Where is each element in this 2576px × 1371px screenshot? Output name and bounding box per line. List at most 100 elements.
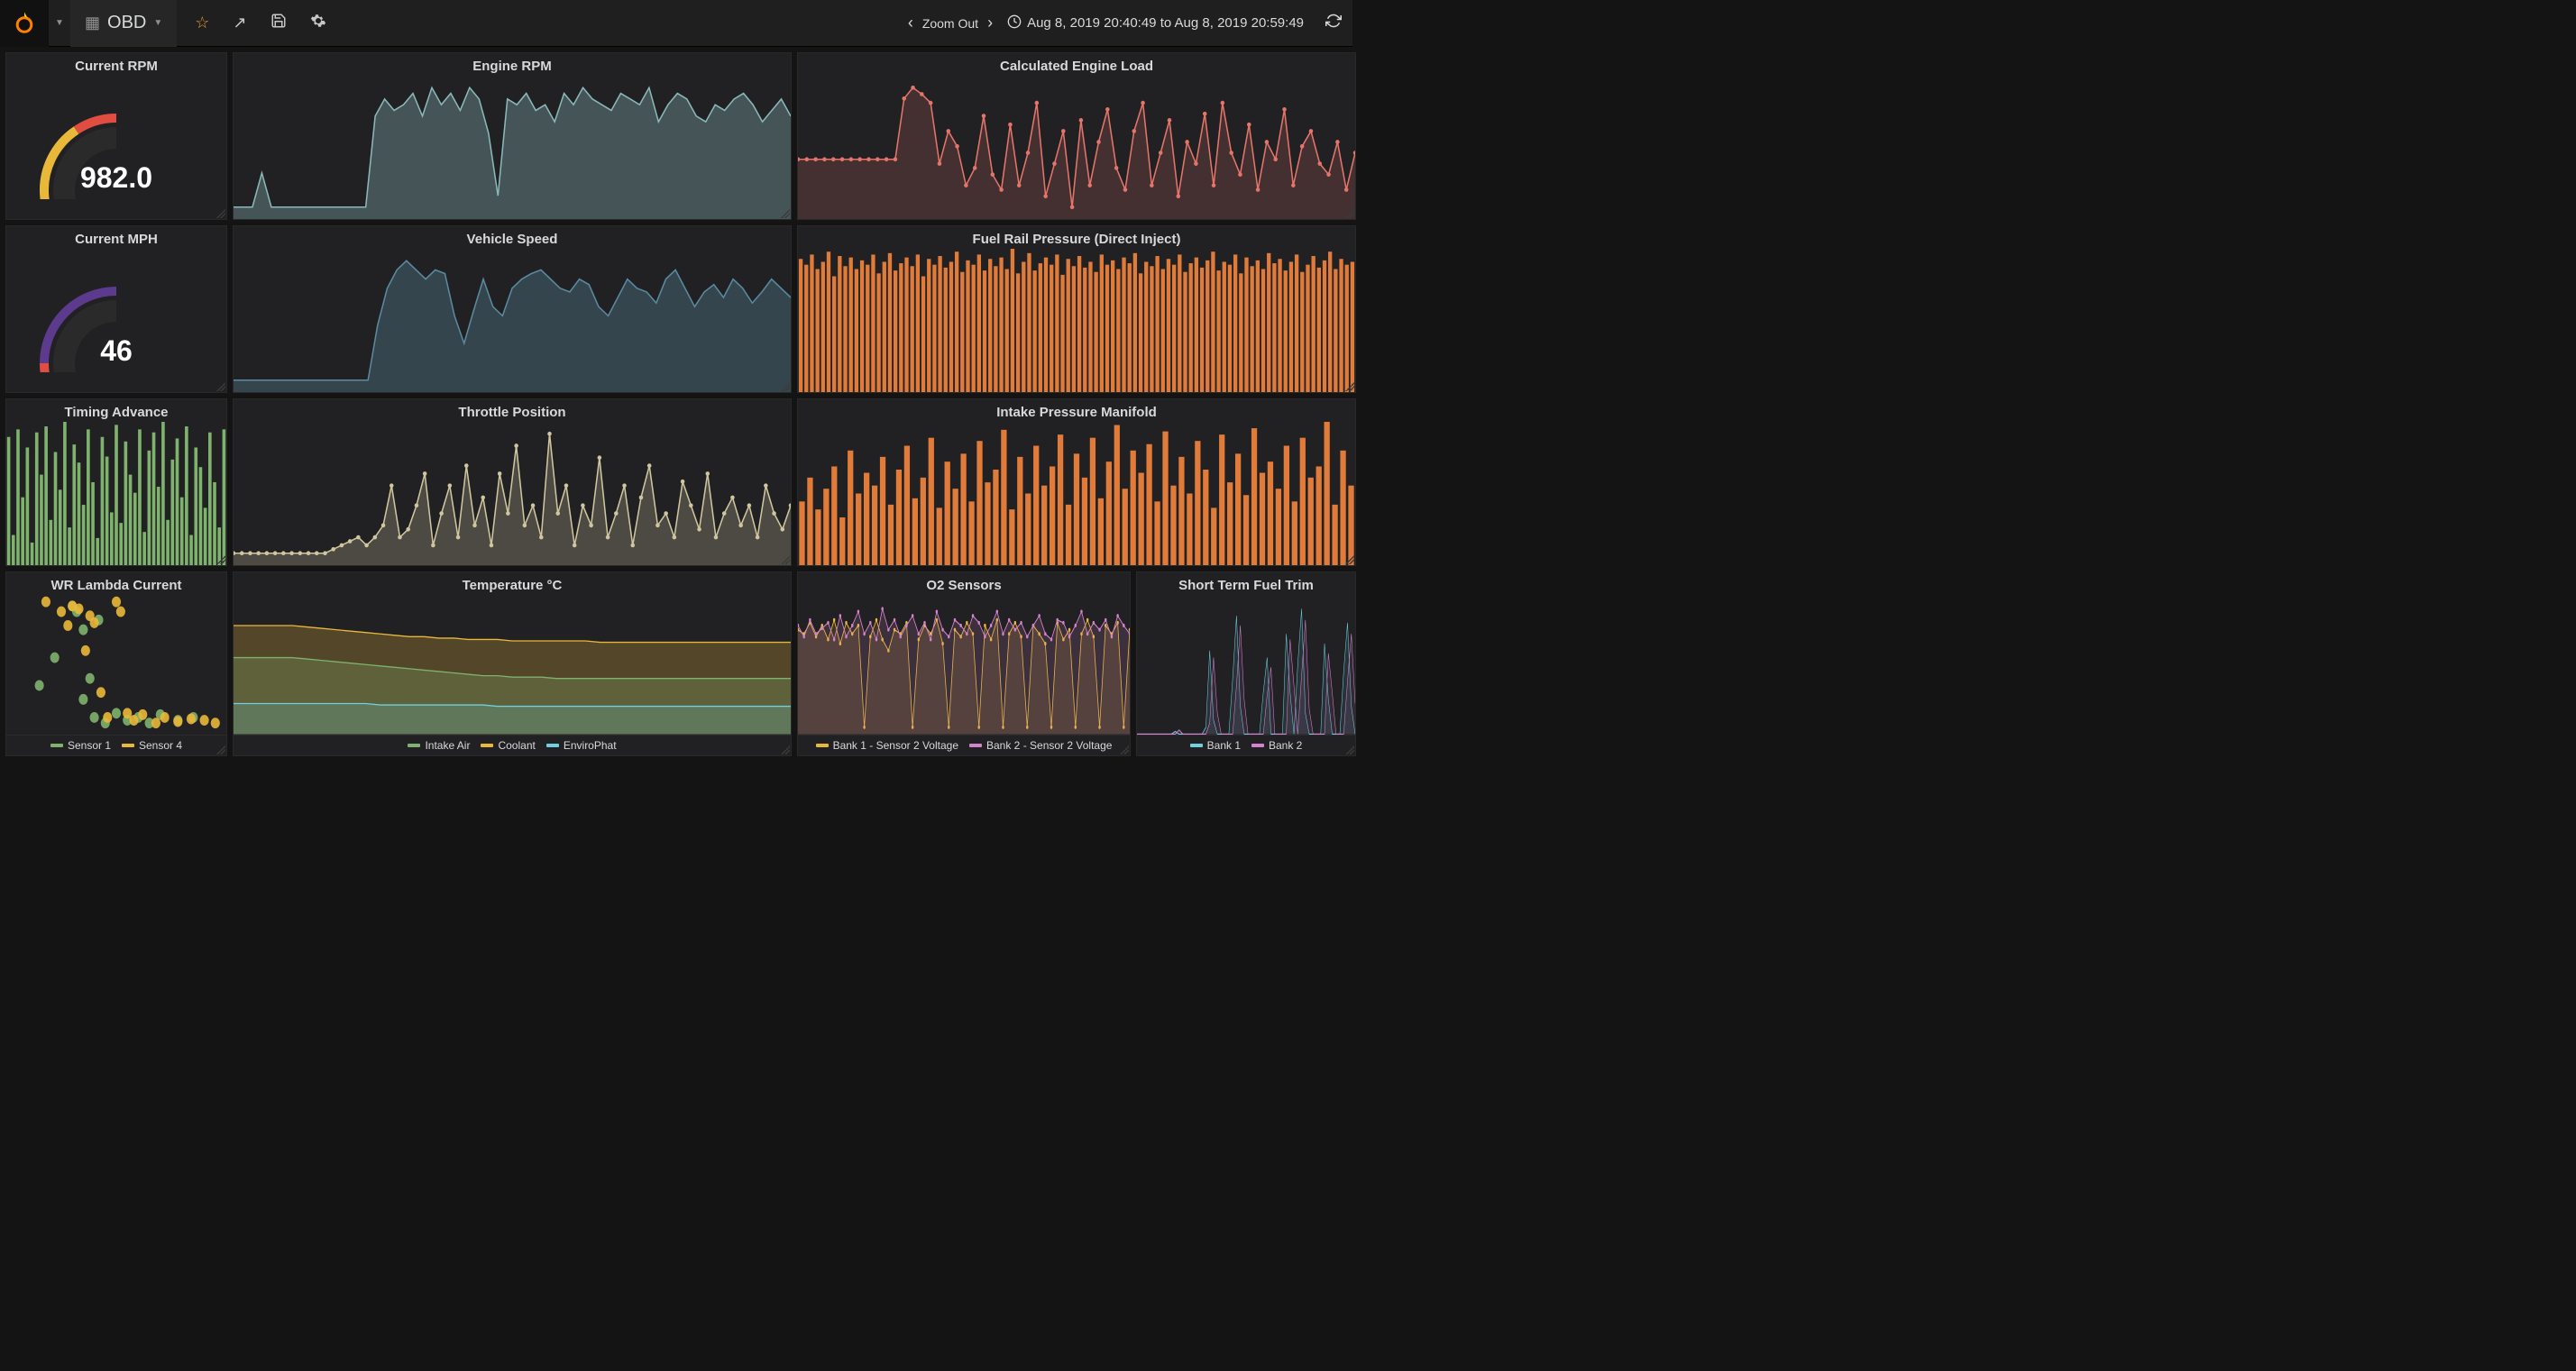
resize-handle[interactable] [216, 382, 225, 391]
legend-swatch [1251, 744, 1264, 747]
panel-title: Current MPH [6, 226, 226, 249]
panel-current-rpm[interactable]: Current RPM 982.0 [5, 52, 227, 220]
zoom-out-control[interactable]: ‹ Zoom Out › [904, 14, 996, 32]
legend-label: Coolant [498, 739, 535, 752]
panel-vehicle-speed[interactable]: Vehicle Speed [233, 225, 792, 393]
legend: Bank 1 Bank 2 [1137, 735, 1355, 755]
panel-title: Current RPM [6, 53, 226, 76]
legend-swatch [481, 744, 493, 747]
panel-lambda[interactable]: WR Lambda Current Sensor 1 Sensor 4 [5, 571, 227, 756]
star-icon[interactable]: ☆ [195, 14, 209, 32]
legend: Sensor 1 Sensor 4 [6, 735, 226, 755]
chart-fuel-trim [1137, 595, 1355, 735]
panel-temperature[interactable]: Temperature °C Intake Air Coolant EnviroPh… [233, 571, 792, 756]
panel-fuel-trim[interactable]: Short Term Fuel Trim Bank 1 Bank 2 [1136, 571, 1356, 756]
resize-handle[interactable] [1345, 745, 1354, 754]
panel-body [798, 595, 1130, 735]
resize-handle[interactable] [216, 209, 225, 218]
resize-handle[interactable] [781, 745, 790, 754]
legend-swatch [122, 744, 134, 747]
save-icon[interactable] [270, 13, 287, 33]
top-navbar: ▼ ▦ OBD ▼ ☆ ↗ ‹ Zoom Out › Aug 8, 20 [0, 0, 1352, 47]
resize-handle[interactable] [216, 745, 225, 754]
chart-lambda [6, 595, 226, 735]
legend-item[interactable]: EnviroPhat [546, 739, 617, 752]
panel-title: Engine RPM [234, 53, 791, 76]
time-range-text: Aug 8, 2019 20:40:49 to Aug 8, 2019 20:5… [1027, 15, 1304, 31]
panel-engine-rpm[interactable]: Engine RPM [233, 52, 792, 220]
row-4: WR Lambda Current Sensor 1Sensor 4 Tempe… [5, 571, 1356, 739]
nav-right: ‹ Zoom Out › Aug 8, 2019 20:40:49 to Aug… [904, 13, 1342, 33]
legend-label: Sensor 4 [139, 739, 182, 752]
resize-handle[interactable] [781, 209, 790, 218]
panel-title: WR Lambda Current [6, 572, 226, 595]
legend-item[interactable]: Coolant [481, 739, 535, 752]
panel-body [6, 422, 226, 565]
panel-intake-manifold[interactable]: Intake Pressure Manifold [797, 398, 1356, 566]
time-range-picker[interactable]: Aug 8, 2019 20:40:49 to Aug 8, 2019 20:5… [1007, 14, 1304, 32]
panel-fuel-rail[interactable]: Fuel Rail Pressure (Direct Inject) [797, 225, 1356, 393]
panel-throttle[interactable]: Throttle Position [233, 398, 792, 566]
legend-item[interactable]: Sensor 1 [50, 739, 111, 752]
dashboard-grid: Current RPM 982.0 Engine RPM Calculated … [0, 47, 1352, 745]
legend-swatch [816, 744, 829, 747]
legend-label: Bank 1 - Sensor 2 Voltage [833, 739, 958, 752]
panel-current-mph[interactable]: Current MPH 46 [5, 225, 227, 393]
chart-temperature [234, 595, 791, 735]
legend: Intake Air Coolant EnviroPhat [234, 735, 791, 755]
resize-handle[interactable] [1345, 382, 1354, 391]
legend-item[interactable]: Sensor 4 [122, 739, 182, 752]
grafana-logo-icon [11, 10, 38, 37]
grafana-logo-button[interactable] [0, 0, 49, 47]
panel-timing-advance[interactable]: Timing Advance [5, 398, 227, 566]
settings-gear-icon[interactable] [310, 13, 326, 33]
chart-intake-manifold [798, 422, 1355, 565]
clock-icon [1007, 14, 1022, 32]
legend: Bank 1 - Sensor 2 Voltage Bank 2 - Sensor… [798, 735, 1130, 755]
panel-title: Temperature °C [234, 572, 791, 595]
resize-handle[interactable] [1120, 745, 1129, 754]
dashboard-grid-icon: ▦ [85, 14, 100, 32]
legend-item[interactable]: Bank 2 [1251, 739, 1302, 752]
panel-body [798, 422, 1355, 565]
nav-icon-group: ☆ ↗ [195, 13, 325, 33]
resize-handle[interactable] [1345, 209, 1354, 218]
panel-title: Fuel Rail Pressure (Direct Inject) [798, 226, 1355, 249]
panel-engine-load[interactable]: Calculated Engine Load [797, 52, 1356, 220]
panel-title: Timing Advance [6, 399, 226, 422]
gauge-value: 982.0 [80, 161, 152, 195]
chevron-left-icon: ‹ [904, 14, 917, 32]
resize-handle[interactable] [216, 555, 225, 564]
zoom-label: Zoom Out [922, 16, 978, 31]
panel-title: Short Term Fuel Trim [1137, 572, 1355, 595]
panel-title: Intake Pressure Manifold [798, 399, 1355, 422]
legend-item[interactable]: Intake Air [408, 739, 470, 752]
legend-item[interactable]: Bank 1 - Sensor 2 Voltage [816, 739, 958, 752]
legend-swatch [546, 744, 559, 747]
panel-body [234, 422, 791, 565]
legend-swatch [408, 744, 420, 747]
legend-label: Sensor 1 [68, 739, 111, 752]
panel-body [234, 595, 791, 735]
panel-body [1137, 595, 1355, 735]
panel-o2[interactable]: O2 Sensors Bank 1 - Sensor 2 VoltageBank… [797, 571, 1131, 756]
logo-dropdown-caret[interactable]: ▼ [49, 0, 70, 47]
resize-handle[interactable] [1345, 555, 1354, 564]
share-icon[interactable]: ↗ [233, 14, 246, 32]
chevron-right-icon: › [984, 14, 996, 32]
chart-o2 [798, 595, 1130, 735]
panel-body: 982.0 [6, 76, 226, 219]
panel-title: Throttle Position [234, 399, 791, 422]
panel-title: O2 Sensors [798, 572, 1130, 595]
panel-body [798, 249, 1355, 392]
panel-body [234, 76, 791, 219]
dashboard-picker-button[interactable]: ▦ OBD ▼ [70, 0, 177, 47]
refresh-icon[interactable] [1325, 13, 1342, 33]
legend-swatch [50, 744, 63, 747]
legend-label: Intake Air [425, 739, 470, 752]
legend-swatch [969, 744, 982, 747]
resize-handle[interactable] [781, 382, 790, 391]
legend-item[interactable]: Bank 2 - Sensor 2 Voltage [969, 739, 1112, 752]
legend-item[interactable]: Bank 1 [1190, 739, 1241, 752]
resize-handle[interactable] [781, 555, 790, 564]
